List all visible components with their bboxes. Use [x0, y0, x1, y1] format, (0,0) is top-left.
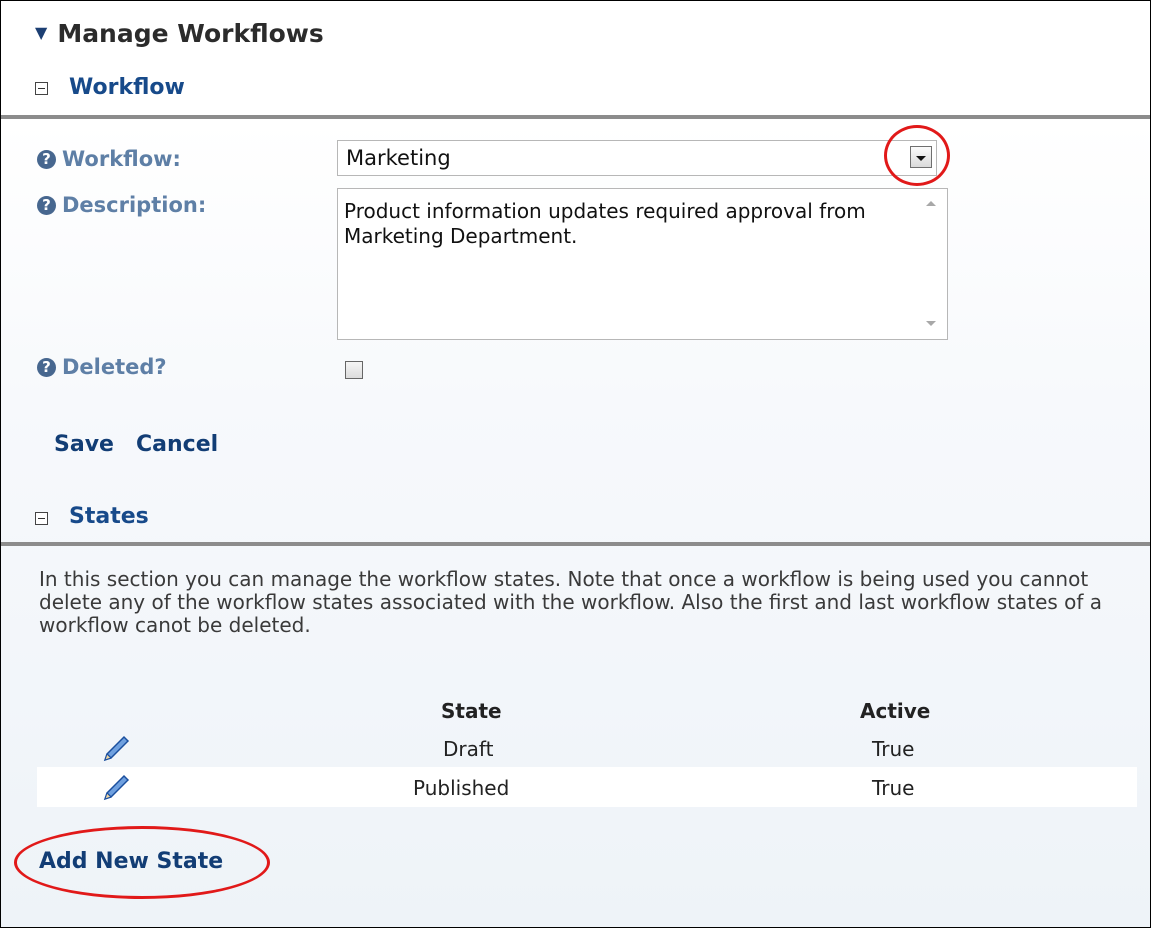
cancel-button[interactable]: Cancel — [136, 432, 218, 457]
collapse-icon[interactable] — [35, 512, 48, 525]
state-cell: Published — [413, 776, 510, 800]
page-title: ▼ Manage Workflows — [35, 19, 324, 48]
states-description: In this section you can manage the workf… — [39, 567, 1103, 637]
edit-pencil-icon[interactable] — [100, 771, 132, 803]
section-divider — [1, 115, 1150, 119]
triangle-down-icon[interactable]: ▼ — [35, 23, 47, 42]
deleted-label: ? Deleted? — [37, 355, 167, 379]
deleted-checkbox[interactable] — [345, 361, 363, 379]
highlight-circle — [884, 125, 950, 186]
column-header-active: Active — [860, 699, 931, 723]
save-button[interactable]: Save — [54, 432, 114, 457]
collapse-icon[interactable] — [35, 82, 48, 95]
section-divider — [1, 542, 1150, 546]
manage-workflows-panel: ▼ Manage Workflows Workflow ? Workflow: Ma… — [0, 0, 1151, 928]
help-icon[interactable]: ? — [37, 196, 56, 215]
edit-pencil-icon[interactable] — [100, 732, 132, 764]
help-icon[interactable]: ? — [37, 150, 56, 169]
highlight-circle — [14, 826, 270, 899]
active-cell: True — [872, 737, 915, 761]
help-icon[interactable]: ? — [37, 358, 56, 377]
scroll-up-icon[interactable] — [926, 201, 936, 206]
column-header-state: State — [441, 699, 502, 723]
state-cell: Draft — [443, 737, 494, 761]
states-section-heading: States — [69, 504, 149, 529]
description-textarea[interactable]: Product information updates required app… — [337, 188, 948, 340]
workflow-section-heading: Workflow — [69, 75, 185, 100]
description-label: ? Description: — [37, 193, 206, 217]
active-cell: True — [872, 776, 915, 800]
workflow-label: ? Workflow: — [37, 147, 181, 171]
description-text: Product information updates required app… — [344, 199, 866, 248]
workflow-select-value: Marketing — [346, 146, 451, 170]
workflow-select[interactable]: Marketing — [337, 140, 937, 176]
table-row — [37, 767, 1137, 807]
scroll-down-icon[interactable] — [926, 321, 936, 326]
